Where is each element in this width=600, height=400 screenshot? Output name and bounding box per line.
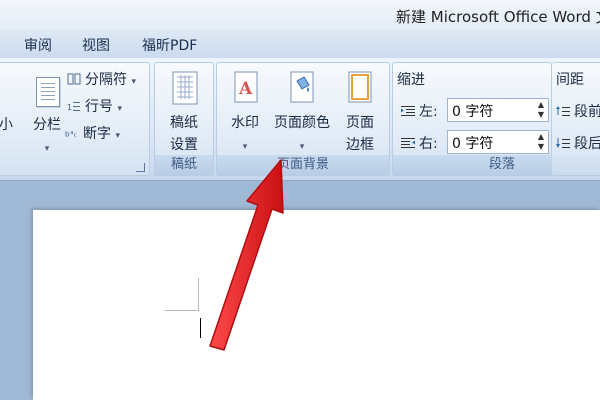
red-arrow-annotation-icon <box>209 159 284 351</box>
